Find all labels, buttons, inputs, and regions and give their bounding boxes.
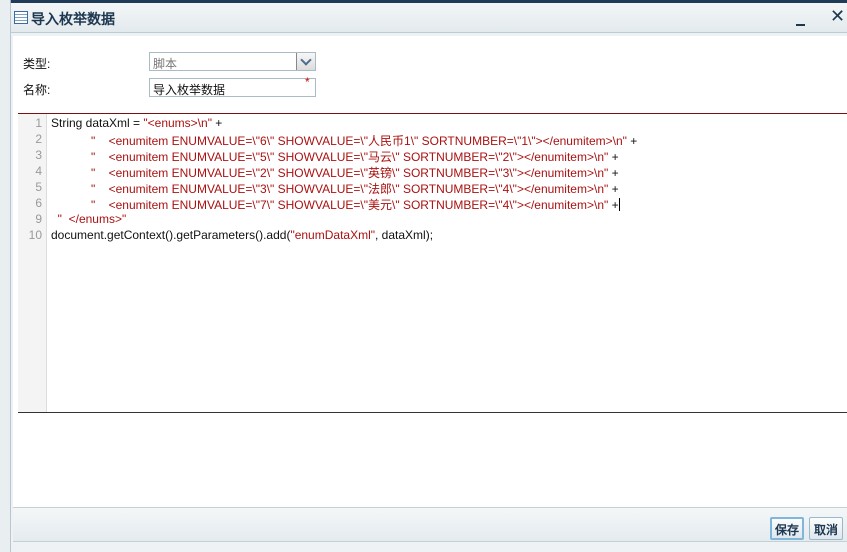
- code-token: document.getContext().getParameters().ad…: [51, 228, 291, 242]
- minimize-button[interactable]: [793, 7, 809, 27]
- string-token: "enumDataXml": [290, 228, 376, 242]
- chevron-down-icon[interactable]: [296, 53, 315, 70]
- code-line: " <enumitem ENUMVALUE=\"2\" SHOWVALUE=\"…: [51, 164, 619, 181]
- close-button[interactable]: ✕: [830, 6, 845, 27]
- code-line: " <enumitem ENUMVALUE=\"3\" SHOWVALUE=\"…: [51, 180, 619, 197]
- dialog-body: 类型: 脚本 名称: 导入枚举数据 * 1 2 3 4 5 6 9 10 String dat…: [13, 36, 847, 507]
- code-token: +: [608, 150, 619, 164]
- code-line: " <enumitem ENUMVALUE=\"7\" SHOWVALUE=\"…: [51, 196, 620, 213]
- line-number: 6: [35, 196, 42, 210]
- dialog-title: 导入枚举数据: [31, 11, 115, 27]
- string-token: " </enums>": [51, 212, 127, 226]
- text-cursor: [618, 198, 620, 211]
- line-number: 10: [28, 228, 42, 242]
- code-token: String dataXml =: [51, 116, 144, 130]
- code-token: , dataXml);: [375, 228, 434, 242]
- cancel-button[interactable]: 取消: [809, 517, 844, 540]
- line-number: 1: [35, 116, 42, 130]
- string-token: "<enums>\n": [143, 116, 212, 130]
- code-line: " <enumitem ENUMVALUE=\"6\" SHOWVALUE=\"…: [51, 132, 637, 149]
- code-editor[interactable]: 1 2 3 4 5 6 9 10 String dataXml = "<enums>\n" +…: [18, 113, 847, 413]
- type-select[interactable]: 脚本: [149, 52, 316, 71]
- line-number: 2: [35, 132, 42, 146]
- type-label: 类型:: [23, 57, 51, 71]
- line-number: 4: [35, 164, 42, 178]
- string-token: " <enumitem ENUMVALUE=\"7\" SHOWVALUE=\"…: [51, 198, 609, 212]
- string-token: " <enumitem ENUMVALUE=\"5\" SHOWVALUE=\"…: [51, 150, 609, 164]
- string-token: " <enumitem ENUMVALUE=\"3\" SHOWVALUE=\"…: [51, 182, 609, 196]
- code-token: +: [608, 166, 619, 180]
- dialog-titlebar[interactable]: 导入枚举数据 ✕: [11, 3, 847, 33]
- string-token: " <enumitem ENUMVALUE=\"2\" SHOWVALUE=\"…: [51, 166, 609, 180]
- required-mark: *: [305, 75, 310, 89]
- name-input[interactable]: 导入枚举数据: [149, 78, 316, 97]
- code-token: +: [626, 134, 638, 148]
- code-line: " </enums>": [51, 212, 127, 226]
- code-line: String dataXml = "<enums>\n" +: [51, 116, 222, 130]
- type-select-value: 脚本: [153, 57, 178, 71]
- code-token: +: [608, 182, 619, 196]
- code-line: document.getContext().getParameters().ad…: [51, 228, 433, 242]
- line-number: 3: [35, 148, 42, 162]
- code-line: " <enumitem ENUMVALUE=\"5\" SHOWVALUE=\"…: [51, 148, 619, 165]
- save-button[interactable]: 保存: [770, 517, 805, 540]
- line-number-gutter: 1 2 3 4 5 6 9 10: [18, 114, 47, 412]
- string-token: " <enumitem ENUMVALUE=\"6\" SHOWVALUE=\"…: [51, 134, 627, 148]
- table-icon: [14, 11, 28, 24]
- line-number: 5: [35, 180, 42, 194]
- name-label: 名称:: [23, 83, 51, 97]
- dialog-footer: 保存 取消: [13, 507, 847, 542]
- line-number: 9: [35, 212, 42, 226]
- import-enum-dialog: 导入枚举数据 ✕ 类型: 脚本 名称: 导入枚举数据 * 1 2 3 4 5 6 9 10 S…: [10, 3, 847, 552]
- code-token: +: [211, 116, 223, 130]
- code-token: +: [608, 198, 619, 212]
